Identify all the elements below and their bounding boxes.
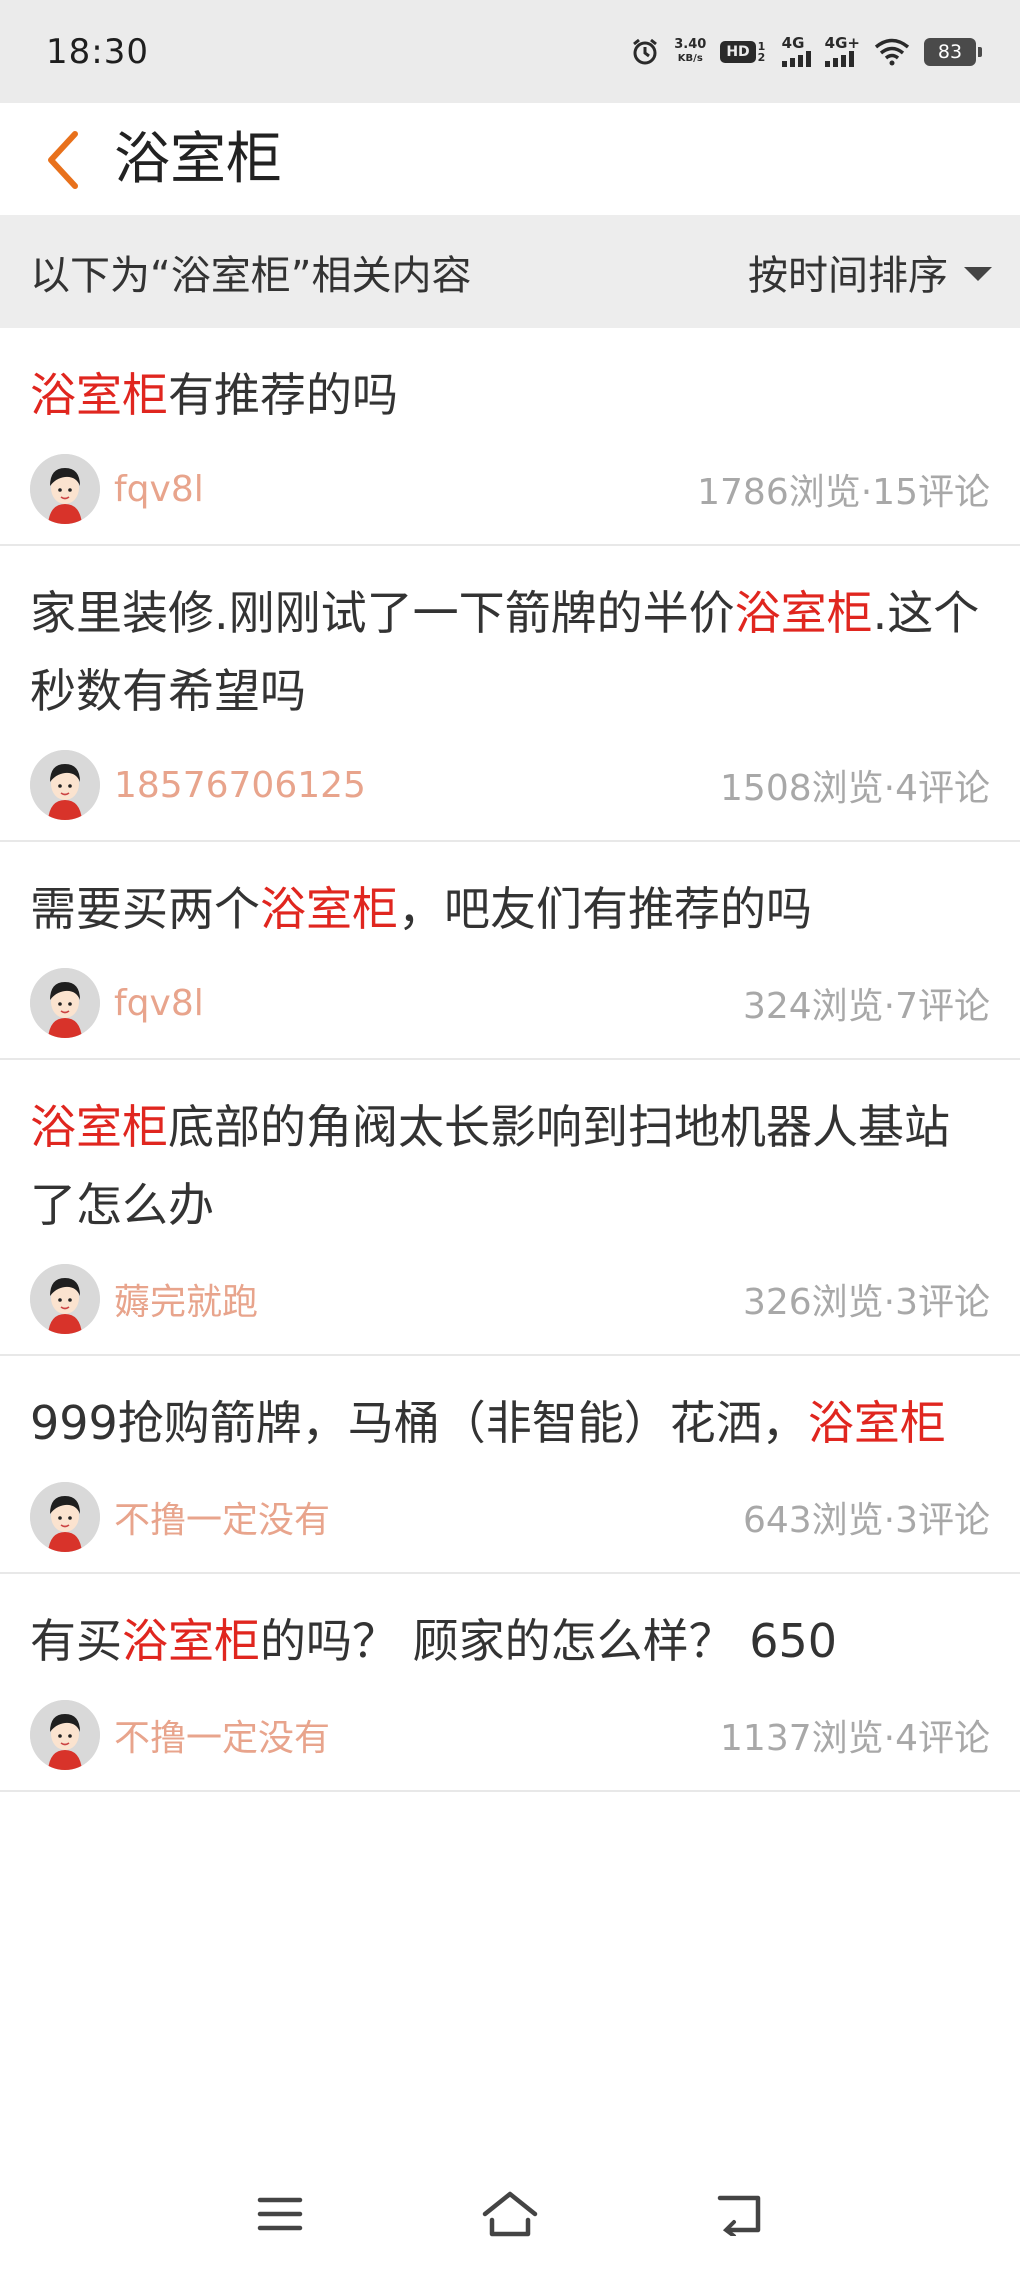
menu-button[interactable]	[240, 2179, 320, 2249]
caret-down-icon	[964, 266, 992, 281]
post-meta: 不撸一定没有 643浏览·3评论	[30, 1462, 990, 1572]
post-item[interactable]: 有买浴室柜的吗？ 顾家的怎么样？ 650 不撸一定没有 1137浏览·4评论	[0, 1574, 1020, 1792]
title-text: 家里装修.刚刚试了一下箭牌的半价	[30, 586, 735, 640]
net-speed-unit: KB/s	[677, 53, 703, 64]
title-text: 底部的角阀太长影响到扫地机器人基站了怎么办	[30, 1100, 950, 1232]
hd-icon: HD 1 2	[720, 39, 767, 64]
post-meta: fqv8l 324浏览·7评论	[30, 948, 990, 1058]
status-bar: 18:30 3.40 KB/s HD 1 2 4G 4G+ 83	[0, 0, 1020, 103]
keyword-highlight: 浴室柜	[734, 586, 873, 640]
title-text: 有推荐的吗	[168, 368, 398, 422]
sim2-label: 4G+	[824, 34, 860, 52]
home-button[interactable]	[470, 2179, 550, 2249]
avatar[interactable]	[30, 1264, 100, 1334]
post-stats: 326浏览·3评论	[742, 1282, 990, 1323]
filter-bar: 以下为“浴室柜”相关内容 按时间排序	[0, 215, 1020, 328]
menu-icon	[257, 2197, 303, 2231]
keyword-highlight: 浴室柜	[122, 1614, 260, 1668]
status-time: 18:30	[46, 31, 149, 72]
post-item[interactable]: 家里装修.刚刚试了一下箭牌的半价浴室柜.这个秒数有希望吗 18576706125…	[0, 546, 1020, 842]
back-nav-button[interactable]	[700, 2179, 780, 2249]
post-title[interactable]: 浴室柜有推荐的吗	[30, 328, 990, 434]
title-text: 999抢购箭牌，马桶（非智能）花洒，	[30, 1396, 808, 1450]
title-text: 的吗？ 顾家的怎么样？ 650	[260, 1614, 838, 1668]
header: 浴室柜	[0, 103, 1020, 215]
author-name[interactable]: fqv8l	[114, 469, 204, 510]
net-speed-value: 3.40	[674, 37, 707, 52]
post-author[interactable]: fqv8l	[30, 968, 204, 1038]
post-meta: fqv8l 1786浏览·15评论	[30, 434, 990, 544]
title-text: 有买	[30, 1614, 122, 1668]
post-item[interactable]: 999抢购箭牌，马桶（非智能）花洒，浴室柜 不撸一定没有 643浏览·3评论	[0, 1356, 1020, 1574]
wifi-icon	[874, 38, 910, 66]
post-title[interactable]: 有买浴室柜的吗？ 顾家的怎么样？ 650	[30, 1574, 990, 1680]
post-item[interactable]: 需要买两个浴室柜，吧友们有推荐的吗 fqv8l 324浏览·7评论	[0, 842, 1020, 1060]
post-stats: 643浏览·3评论	[742, 1500, 990, 1541]
post-meta: 不撸一定没有 1137浏览·4评论	[30, 1680, 990, 1790]
status-icons: 3.40 KB/s HD 1 2 4G 4G+ 83	[630, 34, 982, 67]
post-author[interactable]: 薅完就跑	[30, 1264, 258, 1334]
keyword-highlight: 浴室柜	[807, 1396, 946, 1450]
author-name[interactable]: 薅完就跑	[114, 1273, 258, 1325]
battery-icon: 83	[924, 37, 982, 66]
keyword-highlight: 浴室柜	[260, 882, 398, 936]
post-stats: 1137浏览·4评论	[720, 1718, 990, 1759]
back-icon	[717, 2195, 761, 2236]
filter-description: 以下为“浴室柜”相关内容	[30, 252, 472, 299]
back-button[interactable]	[28, 125, 98, 195]
keyword-highlight: 浴室柜	[30, 368, 168, 422]
avatar[interactable]	[30, 1482, 100, 1552]
home-icon	[482, 2191, 538, 2237]
avatar[interactable]	[30, 454, 100, 524]
title-text: ，吧友们有推荐的吗	[398, 882, 812, 936]
hd-sub: 1 2	[757, 39, 766, 64]
signal-icon: 4G	[781, 34, 811, 67]
chevron-left-icon	[48, 131, 78, 189]
post-meta: 薅完就跑 326浏览·3评论	[30, 1244, 990, 1354]
author-name[interactable]: 不撸一定没有	[114, 1491, 330, 1543]
net-speed: 3.40 KB/s	[674, 38, 706, 65]
post-stats: 1786浏览·15评论	[697, 472, 990, 513]
avatar[interactable]	[30, 750, 100, 820]
battery-level: 83	[937, 40, 963, 63]
post-author[interactable]: 不撸一定没有	[30, 1482, 330, 1552]
author-name[interactable]: 18576706125	[114, 765, 366, 806]
avatar[interactable]	[30, 968, 100, 1038]
alarm-icon	[630, 37, 660, 67]
signal-icon: 4G+	[824, 34, 860, 67]
post-list: 浴室柜有推荐的吗 fqv8l 1786浏览·15评论 家里装修.刚刚试了一下箭牌的半…	[0, 328, 1020, 1792]
post-stats: 1508浏览·4评论	[720, 768, 990, 809]
title-text: 需要买两个	[30, 882, 260, 936]
post-item[interactable]: 浴室柜有推荐的吗 fqv8l 1786浏览·15评论	[0, 328, 1020, 546]
sort-label: 按时间排序	[748, 252, 948, 299]
post-title[interactable]: 需要买两个浴室柜，吧友们有推荐的吗	[30, 842, 990, 948]
post-title[interactable]: 浴室柜底部的角阀太长影响到扫地机器人基站了怎么办	[30, 1060, 990, 1244]
post-stats: 324浏览·7评论	[742, 986, 990, 1027]
post-title[interactable]: 家里装修.刚刚试了一下箭牌的半价浴室柜.这个秒数有希望吗	[30, 546, 990, 730]
sort-button[interactable]: 按时间排序	[748, 243, 992, 301]
system-nav-bar	[0, 2154, 1020, 2274]
hd-label: HD	[720, 40, 756, 63]
post-author[interactable]: 18576706125	[30, 750, 366, 820]
author-name[interactable]: fqv8l	[114, 983, 204, 1024]
page-title: 浴室柜	[114, 127, 282, 192]
post-item[interactable]: 浴室柜底部的角阀太长影响到扫地机器人基站了怎么办 薅完就跑 326浏览·3评论	[0, 1060, 1020, 1356]
author-name[interactable]: 不撸一定没有	[114, 1709, 330, 1761]
post-author[interactable]: fqv8l	[30, 454, 204, 524]
keyword-highlight: 浴室柜	[30, 1100, 168, 1154]
post-title[interactable]: 999抢购箭牌，马桶（非智能）花洒，浴室柜	[30, 1356, 990, 1462]
avatar[interactable]	[30, 1700, 100, 1770]
sim1-label: 4G	[781, 34, 805, 52]
post-author[interactable]: 不撸一定没有	[30, 1700, 330, 1770]
post-meta: 18576706125 1508浏览·4评论	[30, 730, 990, 840]
